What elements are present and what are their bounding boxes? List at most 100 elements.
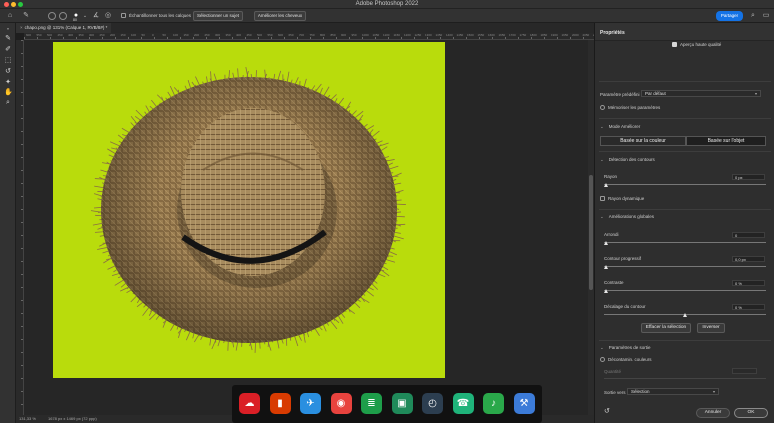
dock-app-2[interactable]: ✈	[300, 393, 321, 414]
office-icon: ▮	[277, 398, 283, 409]
share-button[interactable]: Partager	[716, 11, 743, 21]
select-subject-button[interactable]: Sélectionner un sujet	[193, 11, 243, 21]
shift-edge-slider-knob[interactable]	[682, 313, 687, 317]
contrast-slider-knob[interactable]	[604, 289, 608, 293]
feather-slider[interactable]	[604, 266, 766, 267]
ruler-mark: 1000	[362, 33, 369, 37]
zoom-level[interactable]: 131,33 %	[19, 415, 36, 423]
smart-radius-checkbox[interactable]	[600, 196, 605, 201]
search-icon[interactable]: ⌕	[749, 12, 757, 20]
global-refinements-section-header[interactable]: ⌄ Améliorations globales	[600, 214, 654, 220]
sample-all-layers-checkbox[interactable]	[121, 13, 126, 18]
quick-selection-tool-icon[interactable]: ✎	[22, 12, 30, 20]
app-dock: ☁ ▮ ✈ ◉ ≣ ▣ ◴ ☎ ♪ ⚒	[232, 385, 542, 423]
ruler-mark: 600	[26, 33, 32, 37]
amount-field[interactable]	[732, 368, 757, 374]
scrollbar-thumb[interactable]	[589, 175, 593, 290]
pressure-icon[interactable]: ◎	[104, 12, 112, 20]
output-section-title: Paramètres de sortie	[608, 345, 651, 350]
divider	[599, 209, 771, 210]
ruler-mark: 0	[152, 33, 154, 37]
ruler-mark: 250	[99, 33, 105, 37]
feather-slider-knob[interactable]	[604, 265, 608, 269]
dock-app-6[interactable]: ◴	[422, 393, 443, 414]
dock-app-9[interactable]: ⚒	[513, 393, 535, 414]
refine-mode-color-button[interactable]: Basée sur la couleur	[600, 136, 686, 146]
remember-params-checkbox[interactable]	[600, 105, 605, 110]
subtract-from-selection-icon[interactable]	[59, 12, 67, 20]
preset-label: Paramètre prédéfini :	[600, 92, 643, 97]
magic-wand-icon[interactable]: ✦	[4, 79, 12, 87]
quick-selection-icon[interactable]: ✎	[4, 35, 12, 43]
hand-tool-icon[interactable]: ✋	[4, 89, 13, 97]
output-section-header[interactable]: ⌄ Paramètres de sortie	[600, 345, 651, 351]
amount-slider[interactable]	[604, 378, 766, 379]
hq-preview-checkbox[interactable]	[672, 42, 677, 47]
dock-app-8[interactable]: ♪	[483, 393, 504, 414]
smooth-slider[interactable]	[604, 242, 766, 243]
ruler-mark: 550	[36, 33, 42, 37]
shift-edge-field[interactable]: 0 %	[732, 304, 765, 310]
toolbox-collapse-icon[interactable]: »	[4, 25, 12, 33]
ruler-mark: 50	[141, 33, 145, 37]
zoom-tool-icon[interactable]: ⌕	[4, 99, 12, 107]
radius-field[interactable]: 0 px	[732, 174, 765, 180]
ruler-mark: 150	[120, 33, 126, 37]
ruler-mark: 300	[89, 33, 95, 37]
ruler-mark: 700	[299, 33, 305, 37]
contrast-slider[interactable]	[604, 290, 766, 291]
ruler-mark: 1350	[435, 33, 443, 37]
dock-app-0[interactable]: ☁	[239, 393, 260, 414]
preset-select[interactable]: Par défaut ▾	[641, 90, 761, 97]
radius-slider[interactable]	[604, 184, 766, 185]
dock-app-7[interactable]: ☎	[452, 393, 474, 414]
refine-mode-title: Mode Améliorer	[608, 124, 641, 129]
invert-button[interactable]: Inverser	[697, 323, 725, 333]
clear-selection-button[interactable]: Effacer la sélection	[641, 323, 691, 333]
horizontal-ruler[interactable]: 600 550 500 450 400 350 300 250 200 150 100 50 0 50 10…	[24, 33, 600, 40]
refine-mode-section-header[interactable]: ⌄ Mode Améliorer	[600, 124, 640, 130]
straw-hat-image	[90, 66, 406, 353]
object-selection-icon[interactable]: ⬚	[4, 57, 12, 65]
decontaminate-checkbox[interactable]	[600, 357, 605, 362]
document-tab[interactable]: × chapo.png @ 131% (Calque 1, RVB/8#) *	[16, 23, 112, 33]
home-icon[interactable]: ⌂	[6, 12, 14, 20]
brush-size: 80	[73, 18, 77, 22]
output-to-select[interactable]: Sélection ▾	[627, 388, 719, 395]
dock-app-5[interactable]: ▣	[391, 393, 413, 414]
feather-field[interactable]: 0,0 px	[732, 256, 765, 262]
add-to-selection-icon[interactable]	[48, 12, 56, 20]
reset-icon[interactable]: ↺	[604, 407, 610, 415]
edge-detection-section-header[interactable]: ⌄ Détection des contours	[600, 157, 655, 163]
ruler-mark: 1800	[530, 33, 537, 37]
amount-label: Quantité	[604, 369, 622, 374]
workspace-icon[interactable]: ▭	[762, 12, 770, 20]
brush-tool-icon[interactable]: ✐	[4, 46, 12, 54]
dock-app-4[interactable]: ≣	[361, 393, 382, 414]
chevron-down-icon[interactable]: ⌄	[81, 12, 89, 20]
ruler-mark: 100	[131, 33, 137, 37]
refine-mode-object-button[interactable]: Basée sur l'objet	[686, 136, 766, 146]
ruler-mark: 650	[288, 33, 294, 37]
global-refinements-title: Améliorations globales	[608, 214, 655, 219]
dock-app-3[interactable]: ◉	[330, 393, 352, 414]
compass-icon: ✈	[306, 398, 315, 409]
smooth-slider-knob[interactable]	[604, 241, 608, 245]
smooth-field[interactable]: 0	[732, 232, 765, 238]
vertical-ruler[interactable]	[16, 40, 24, 415]
database-icon: ≣	[367, 398, 376, 409]
ruler-mark: 1900	[551, 33, 558, 37]
lasso-tool-icon[interactable]: ↺	[4, 68, 12, 76]
contrast-field[interactable]: 0 %	[732, 280, 765, 286]
angle-icon[interactable]: ∡	[92, 12, 100, 20]
ruler-mark: 550	[267, 33, 273, 37]
close-tab-icon[interactable]: ×	[20, 25, 23, 30]
dock-app-1[interactable]: ▮	[269, 393, 291, 414]
cancel-button[interactable]: Annuler	[696, 408, 730, 418]
radius-slider-knob[interactable]	[604, 183, 608, 187]
document-canvas[interactable]	[53, 42, 445, 378]
canvas-workspace[interactable]	[24, 40, 588, 415]
refine-hair-button[interactable]: Améliorer les cheveux	[254, 11, 306, 21]
panel-title: Propriétés	[600, 30, 625, 36]
ok-button[interactable]: OK	[734, 408, 768, 418]
